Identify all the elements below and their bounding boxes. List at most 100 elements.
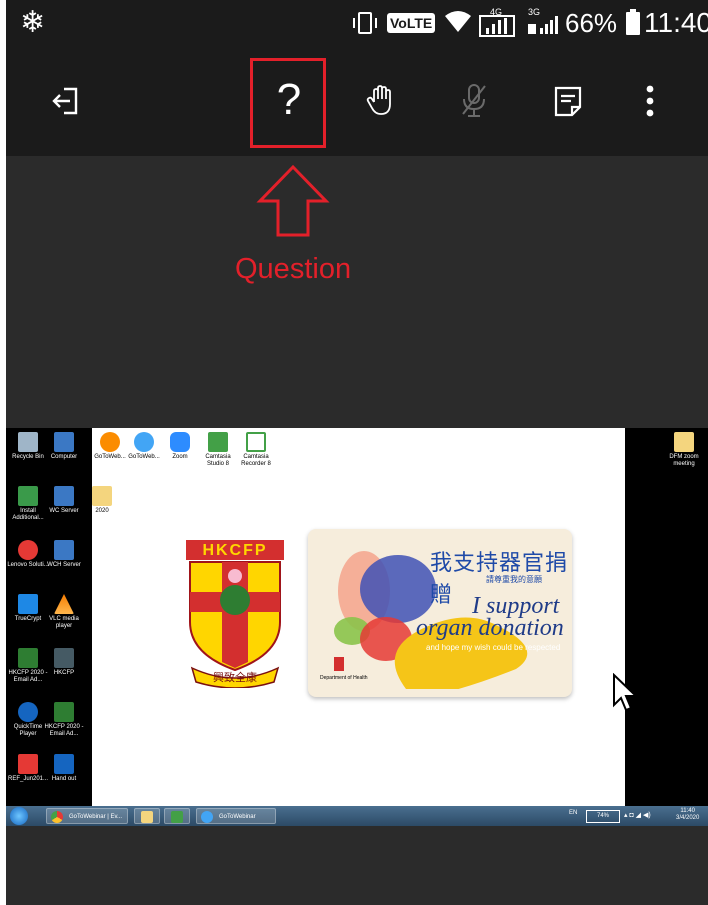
desktop-icon-hkcfp-excel-2[interactable]: HKCFP 2020 - Email Ad... — [42, 702, 86, 738]
zoom-icon — [170, 432, 190, 452]
computer-icon — [54, 540, 74, 560]
folder-icon — [92, 486, 112, 506]
notes-icon — [554, 86, 582, 117]
card-english-line3: and hope my wish could be respected — [426, 643, 561, 652]
gotowebinar-icon — [134, 432, 154, 452]
lenovo-icon — [18, 540, 38, 560]
excel-icon — [18, 648, 38, 668]
computer-icon — [54, 432, 74, 452]
desktop-icon-label: Zoom — [172, 454, 188, 460]
quicktime-icon — [18, 702, 38, 722]
snowflake-app-icon: ❄ — [20, 5, 46, 40]
desktop-icon-label: GoToWeb... — [128, 454, 160, 460]
raise-hand-icon — [366, 85, 391, 115]
organ-donation-card: 我支持器官捐贈 請尊重我的意願 I support organ donation… — [308, 529, 572, 697]
vlc-icon — [54, 594, 74, 614]
tray-icons[interactable]: ▴ ◘ ◢ ◀) — [624, 811, 651, 819]
desktop-icon-label: TrueCrypt — [14, 616, 42, 622]
taskbar-item-gotowebinar[interactable]: GoToWebinar — [196, 808, 276, 824]
desktop-icon-label: Camtasia Studio 8 — [205, 454, 231, 467]
recycle-bin-icon — [18, 432, 38, 452]
desktop-right-strip — [625, 428, 708, 808]
hkcfp-logo: HKCFP 興致全康 — [186, 540, 284, 688]
notes-button[interactable] — [546, 78, 590, 124]
pdf-icon — [18, 754, 38, 774]
tray-battery[interactable]: 74% — [586, 810, 620, 823]
raise-hand-button[interactable] — [360, 78, 404, 124]
monitor-icon — [54, 648, 74, 668]
desktop-icon-folder-2020[interactable]: 2020 — [80, 486, 124, 515]
desktop-icon-hkcfp[interactable]: HKCFP — [42, 648, 86, 677]
gotowebinar-icon — [100, 432, 120, 452]
desktop-icon-wch-server[interactable]: WCH Server — [42, 540, 86, 569]
status-bar: ❄ VoLTE 4G 3G 66% 11:40 — [6, 0, 708, 48]
exit-button[interactable] — [44, 78, 88, 124]
install-icon — [18, 486, 38, 506]
department-of-health-logo — [334, 657, 344, 671]
desktop-icon-label: 2020 — [95, 508, 109, 514]
folder-icon — [141, 811, 153, 823]
webinar-toolbar — [6, 48, 708, 156]
folder-icon — [674, 432, 694, 452]
word-icon — [54, 754, 74, 774]
wifi-icon — [445, 11, 471, 32]
mouse-cursor-icon — [613, 673, 639, 712]
more-options-icon — [646, 85, 654, 117]
tray-time: 11:40 — [680, 808, 695, 814]
windows-taskbar: GoToWebinar | Ev... GoToWebinar EN 74% ▴… — [6, 806, 708, 826]
desktop-icon-dfm-zoom[interactable]: DFM zoom meeting — [662, 432, 706, 468]
microphone-muted-icon — [462, 84, 486, 117]
desktop-icon-label: WC Server — [49, 508, 79, 514]
desktop-icon-hand-out[interactable]: Hand out — [42, 754, 86, 783]
taskbar-item-chrome[interactable]: GoToWebinar | Ev... — [46, 808, 128, 824]
camtasia-icon — [208, 432, 228, 452]
desktop-icon-label: HKCFP 2020 - Email Ad... — [44, 724, 84, 737]
app-frame: ❄ VoLTE 4G 3G 66% 11:40 ? Question Recyc… — [6, 0, 708, 905]
card-department-label: Department of Health — [320, 675, 368, 681]
battery-percent: 66% — [565, 8, 618, 38]
battery-icon — [626, 9, 640, 35]
hkcfp-logo-letters: HKCFP — [202, 542, 267, 559]
desktop-icon-vlc[interactable]: VLC media player — [42, 594, 86, 630]
network-3g-label: 3G — [528, 7, 540, 17]
vibrate-icon — [353, 12, 377, 34]
taskbar-item-label: GoToWebinar — [219, 814, 256, 820]
network-4g-label: 4G — [490, 7, 502, 17]
excel-icon — [54, 702, 74, 722]
microphone-button[interactable] — [452, 78, 496, 124]
desktop-icon-computer[interactable]: Computer — [42, 432, 86, 461]
card-english-line2: organ donation — [416, 615, 564, 641]
taskbar-item-explorer[interactable] — [134, 808, 160, 824]
signal-3g-icon: 3G — [528, 7, 558, 34]
desktop-icon-label: Hand out — [51, 776, 77, 782]
up-arrow-annotation — [256, 164, 330, 237]
desktop-icon-label: WCH Server — [47, 562, 81, 568]
chrome-icon — [51, 811, 63, 823]
more-options-button[interactable] — [628, 78, 672, 124]
desktop-icon-label: VLC media player — [49, 616, 79, 629]
hkcfp-logo-motto: 興致全康 — [213, 670, 257, 684]
tray-date: 3/4/2020 — [676, 815, 700, 821]
gotowebinar-icon — [201, 811, 213, 823]
camtasia-recorder-icon — [246, 432, 266, 452]
desktop-icon-label: Recycle Bin — [12, 454, 44, 460]
exit-icon — [52, 87, 78, 115]
desktop-icon-camtasia-recorder[interactable]: Camtasia Recorder 8 — [234, 432, 278, 468]
desktop-icon-label: Computer — [50, 454, 78, 460]
taskbar-item-camtasia[interactable] — [164, 808, 190, 824]
volte-badge: VoLTE — [387, 13, 436, 33]
start-button[interactable] — [10, 807, 28, 825]
desktop-icon-label: HKCFP — [53, 670, 75, 676]
taskbar-item-label: GoToWebinar | Ev... — [69, 814, 123, 820]
desktop-icon-label: QuickTime Player — [13, 724, 43, 737]
tray-language[interactable]: EN — [569, 810, 577, 816]
desktop-icon-label: Camtasia Recorder 8 — [241, 454, 271, 467]
card-chinese-subtitle: 請尊重我的意願 — [486, 575, 542, 584]
desktop-icon-label: Install Additional... — [12, 508, 44, 521]
tray-clock[interactable]: 11:40 3/4/2020 — [676, 808, 699, 822]
question-annotation-label: Question — [235, 253, 352, 285]
computer-icon — [54, 486, 74, 506]
question-button[interactable]: ? — [268, 70, 310, 130]
truecrypt-icon — [18, 594, 38, 614]
desktop-icon-label: DFM zoom meeting — [669, 454, 699, 467]
